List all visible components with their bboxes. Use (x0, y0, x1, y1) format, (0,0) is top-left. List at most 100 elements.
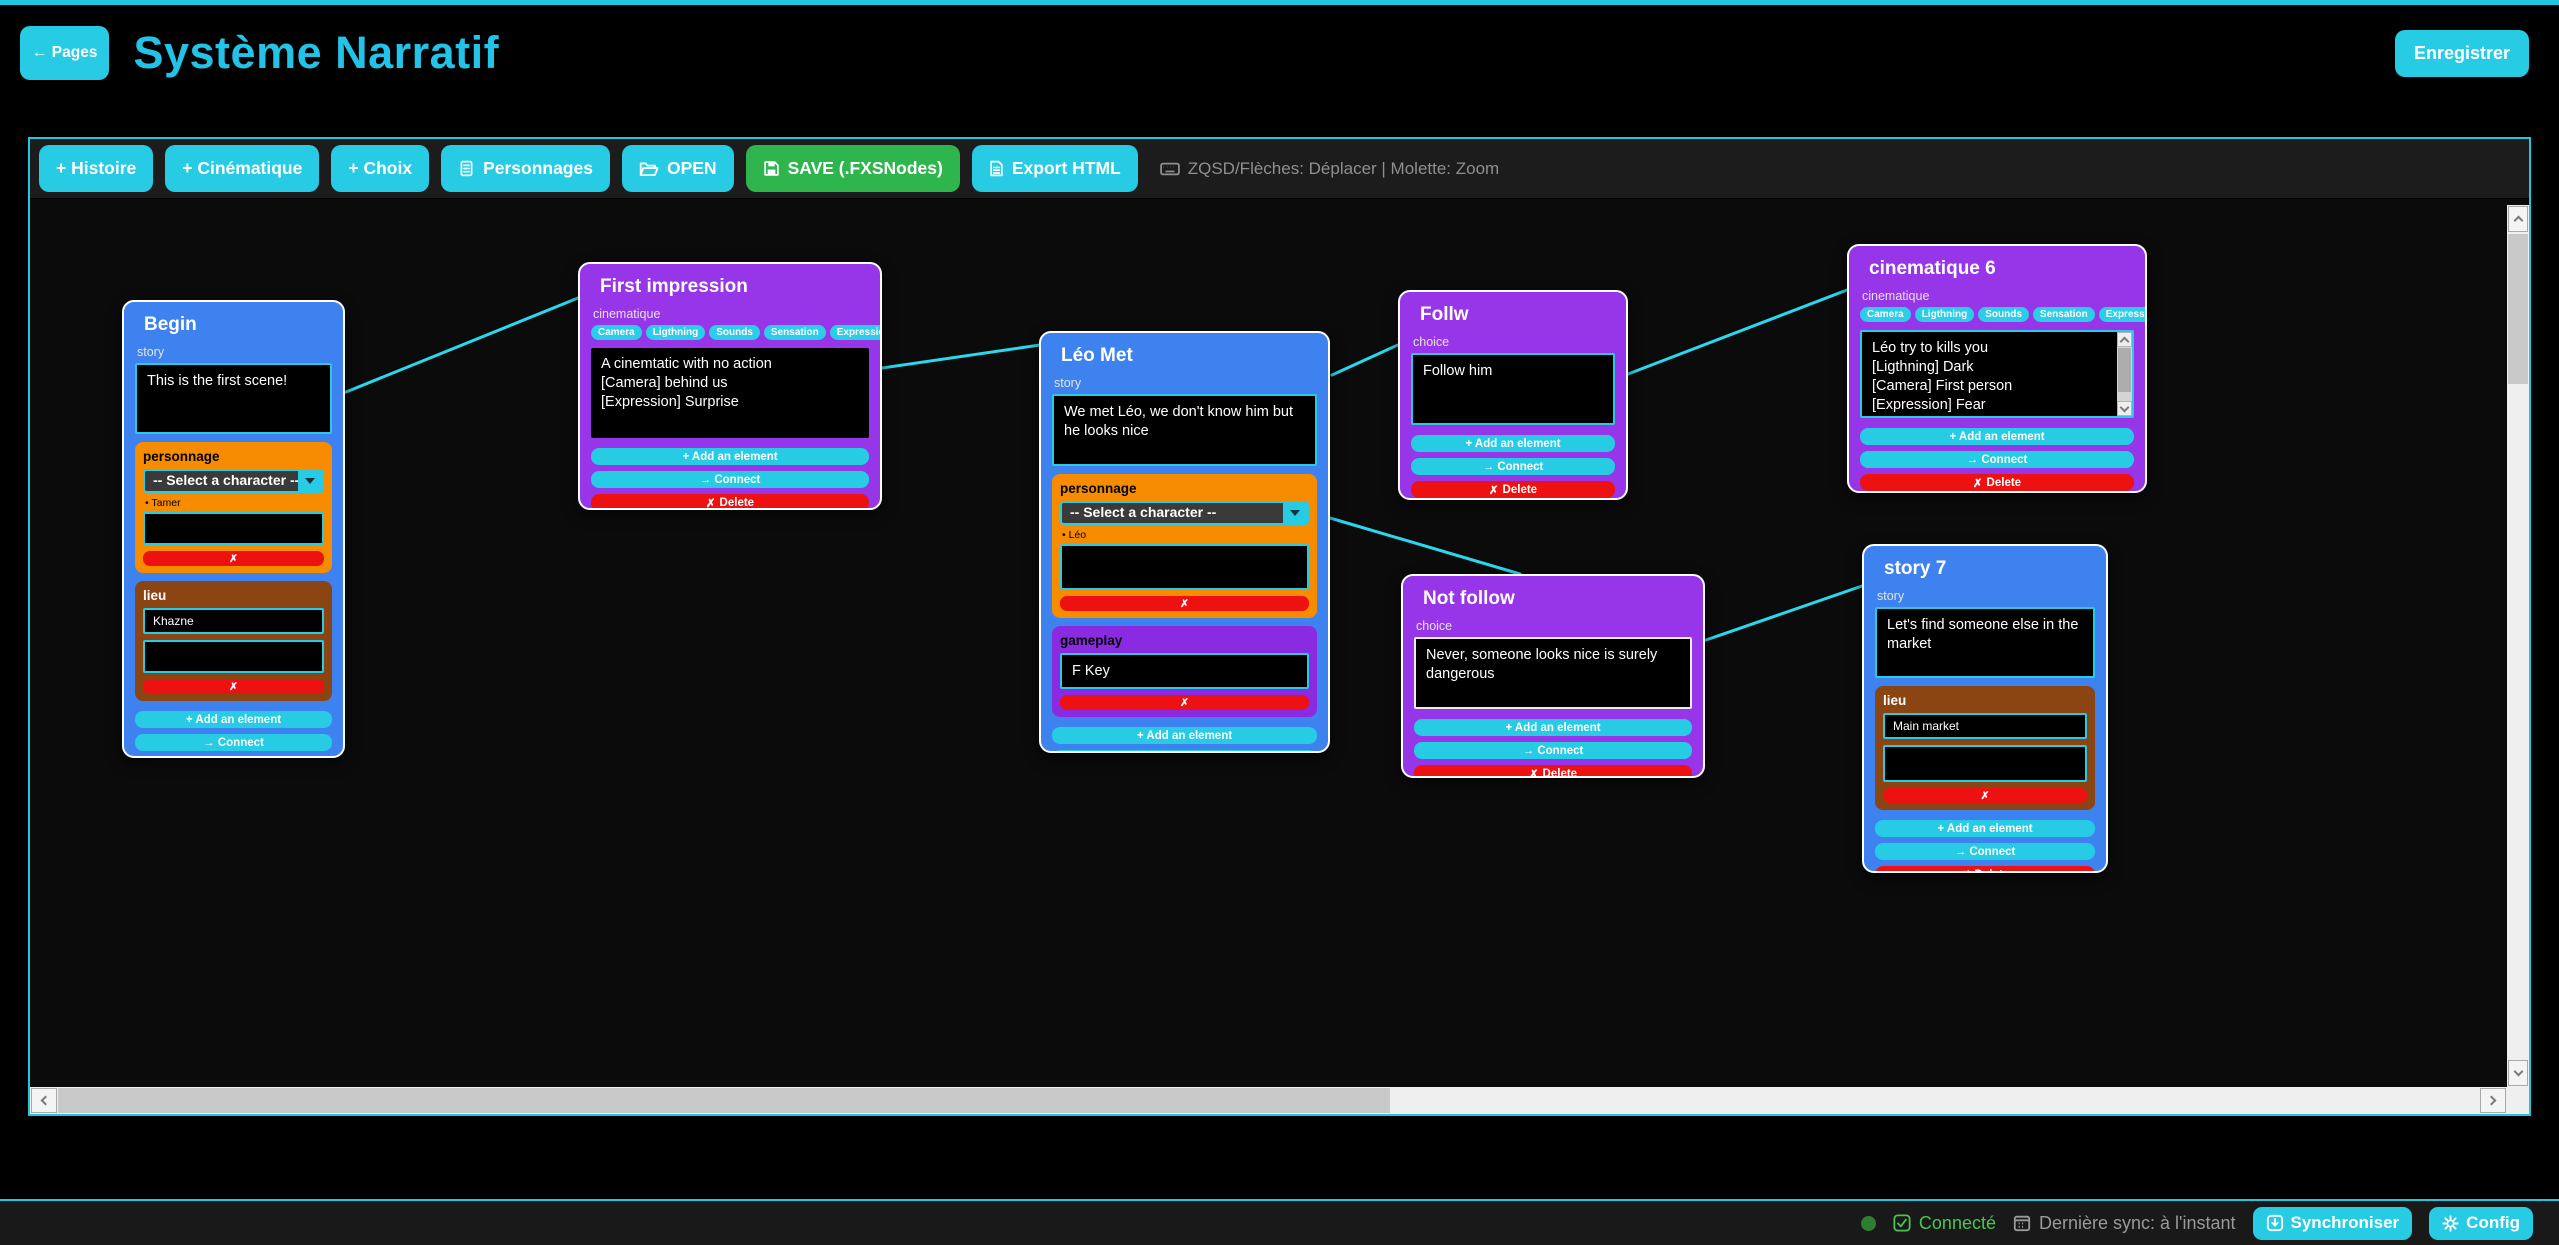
node-begin[interactable]: BeginstoryThis is the first scene!person… (122, 300, 345, 758)
toolbar-button-label: + Choix (348, 158, 412, 179)
node-story-7[interactable]: story 7storyLet's find someone else in t… (1862, 544, 2108, 873)
toolbar-button-personnages[interactable]: Personnages (441, 145, 610, 192)
vertical-scrollbar[interactable] (2507, 205, 2529, 1087)
add-element-button[interactable]: + Add an element (1052, 727, 1317, 744)
remove-element-button[interactable]: ✗ (143, 679, 324, 694)
delete-node-button[interactable]: ✗Delete (1875, 866, 2095, 873)
tag-sensation[interactable]: Sensation (2033, 307, 2095, 322)
delete-label: Delete (1975, 869, 2010, 874)
scroll-right-button[interactable] (2480, 1088, 2506, 1113)
toolbar-button-cinematique[interactable]: + Cinématique (165, 145, 319, 192)
scroll-left-button[interactable] (31, 1088, 57, 1113)
tag-camera[interactable]: Camera (1860, 307, 1911, 322)
delete-x-icon: ✗ (1973, 476, 1983, 490)
add-element-button[interactable]: + Add an element (591, 448, 869, 465)
node-textarea[interactable]: Let's find someone else in the market (1875, 607, 2095, 678)
synchroniser-button[interactable]: Synchroniser (2253, 1207, 2413, 1240)
delete-node-button[interactable]: ✗Delete (1860, 474, 2134, 491)
delete-label: Delete (1503, 484, 1538, 496)
node-leo-met[interactable]: Léo MetstoryWe met Léo, we don't know hi… (1039, 331, 1330, 753)
select-dropdown-arrow[interactable] (1283, 503, 1307, 523)
textarea-scroll-thumb[interactable] (2118, 348, 2131, 392)
horizontal-scrollbar[interactable] (30, 1087, 2507, 1114)
remove-element-button[interactable]: ✗ (143, 551, 324, 566)
connect-button[interactable]: → Connect (135, 734, 332, 751)
scroll-down-button[interactable] (2508, 1060, 2528, 1086)
textarea-text: Let's find someone else in the market (1887, 617, 2082, 652)
delete-x-icon: ✗ (706, 496, 716, 510)
add-element-button[interactable]: + Add an element (1414, 719, 1692, 736)
node-canvas[interactable]: BeginstoryThis is the first scene!person… (30, 199, 2529, 1087)
scrollbar-corner (2507, 1087, 2529, 1114)
config-button[interactable]: Config (2429, 1207, 2533, 1240)
node-textarea[interactable]: F Key (1060, 653, 1309, 689)
toolbar-button-save-fxsnodes[interactable]: SAVE (.FXSNodes) (746, 145, 960, 192)
element-value-box[interactable] (1060, 544, 1309, 590)
remove-element-button[interactable]: ✗ (1060, 695, 1309, 710)
tag-ligthning[interactable]: Ligthning (1915, 307, 1975, 322)
chevron-up-icon (2120, 336, 2130, 346)
connect-button[interactable]: → Connect (1052, 750, 1317, 753)
node-not-follow[interactable]: Not followchoiceNever, someone looks nic… (1401, 574, 1705, 778)
node-first-impression[interactable]: First impressioncinematiqueCameraLigthni… (578, 262, 882, 510)
toolbar-button-choix[interactable]: + Choix (331, 145, 429, 192)
delete-x-icon: ✗ (1529, 767, 1539, 779)
element-value-box[interactable] (143, 640, 324, 673)
node-title: story 7 (1884, 558, 2095, 580)
toolbar-button-export-html[interactable]: Export HTML (972, 145, 1138, 192)
node-textarea[interactable]: This is the first scene! (135, 363, 332, 434)
textarea-scroll-up-button[interactable] (2117, 332, 2132, 347)
toolbar-button-open[interactable]: OPEN (622, 145, 734, 192)
add-element-button[interactable]: + Add an element (1411, 435, 1615, 452)
add-element-button[interactable]: + Add an element (1860, 428, 2134, 445)
node-textarea[interactable]: Never, someone looks nice is surely dang… (1414, 637, 1692, 709)
node-title: cinematique 6 (1869, 258, 2134, 280)
add-element-button[interactable]: + Add an element (1875, 820, 2095, 837)
tag-camera[interactable]: Camera (591, 325, 642, 340)
element-value-box[interactable] (143, 512, 324, 545)
remove-element-button[interactable]: ✗ (1060, 596, 1309, 611)
toolbar-button-histoire[interactable]: + Histoire (39, 145, 153, 192)
tag-sounds[interactable]: Sounds (1978, 307, 2029, 322)
connect-button[interactable]: → Connect (1875, 843, 2095, 860)
select-dropdown-arrow[interactable] (298, 471, 322, 491)
delete-node-button[interactable]: ✗Delete (591, 494, 869, 510)
folder-icon (639, 161, 659, 177)
textarea-scroll-down-button[interactable] (2117, 401, 2132, 416)
delete-node-button[interactable]: ✗Delete (1414, 765, 1692, 778)
sync-icon (2266, 1214, 2284, 1232)
tag-expression[interactable]: Expression (2099, 307, 2147, 322)
node-textarea[interactable]: A cinemtatic with no action [Camera] beh… (591, 348, 869, 438)
node-textarea[interactable]: Léo try to kills you [Ligthning] Dark [C… (1860, 330, 2134, 418)
connect-button[interactable]: → Connect (1414, 742, 1692, 759)
scroll-up-button[interactable] (2508, 206, 2528, 232)
tag-sounds[interactable]: Sounds (709, 325, 760, 340)
connect-button[interactable]: → Connect (1411, 458, 1615, 475)
remove-element-button[interactable]: ✗ (1883, 788, 2087, 803)
node-textarea[interactable]: Follow him (1411, 353, 1615, 425)
textarea-scrollbar[interactable] (2117, 332, 2132, 416)
add-element-button[interactable]: + Add an element (135, 711, 332, 728)
element-value-box[interactable] (1883, 745, 2087, 782)
tag-expression[interactable]: Expression (830, 325, 882, 340)
node-textarea[interactable]: We met Léo, we don't know him but he loo… (1052, 394, 1317, 466)
character-select[interactable]: -- Select a character -- (143, 469, 324, 493)
element-text-input[interactable]: Khazne (143, 608, 324, 634)
node-follw[interactable]: FollwchoiceFollow him+ Add an element→ C… (1398, 290, 1628, 500)
horizontal-scroll-thumb[interactable] (58, 1088, 1390, 1113)
connect-button[interactable]: → Connect (1860, 451, 2134, 468)
node-cinematique-6[interactable]: cinematique 6cinematiqueCameraLigthningS… (1847, 244, 2147, 493)
back-to-pages-button[interactable]: ← Pages (20, 26, 109, 80)
section-lieu: lieuKhazne✗ (135, 581, 332, 701)
tag-sensation[interactable]: Sensation (764, 325, 826, 340)
element-text-input[interactable]: Main market (1883, 713, 2087, 739)
connect-button[interactable]: → Connect (591, 471, 869, 488)
character-select[interactable]: -- Select a character -- (1060, 501, 1309, 525)
tag-ligthning[interactable]: Ligthning (646, 325, 706, 340)
enregistrer-button[interactable]: Enregistrer (2395, 30, 2529, 77)
delete-node-button[interactable]: ✗Delete (135, 757, 332, 758)
chevron-down-icon (305, 478, 315, 484)
delete-node-button[interactable]: ✗Delete (1411, 481, 1615, 498)
vertical-scroll-thumb[interactable] (2508, 234, 2528, 384)
workspace: + Histoire + Cinématique + Choix Personnage… (28, 137, 2531, 1116)
